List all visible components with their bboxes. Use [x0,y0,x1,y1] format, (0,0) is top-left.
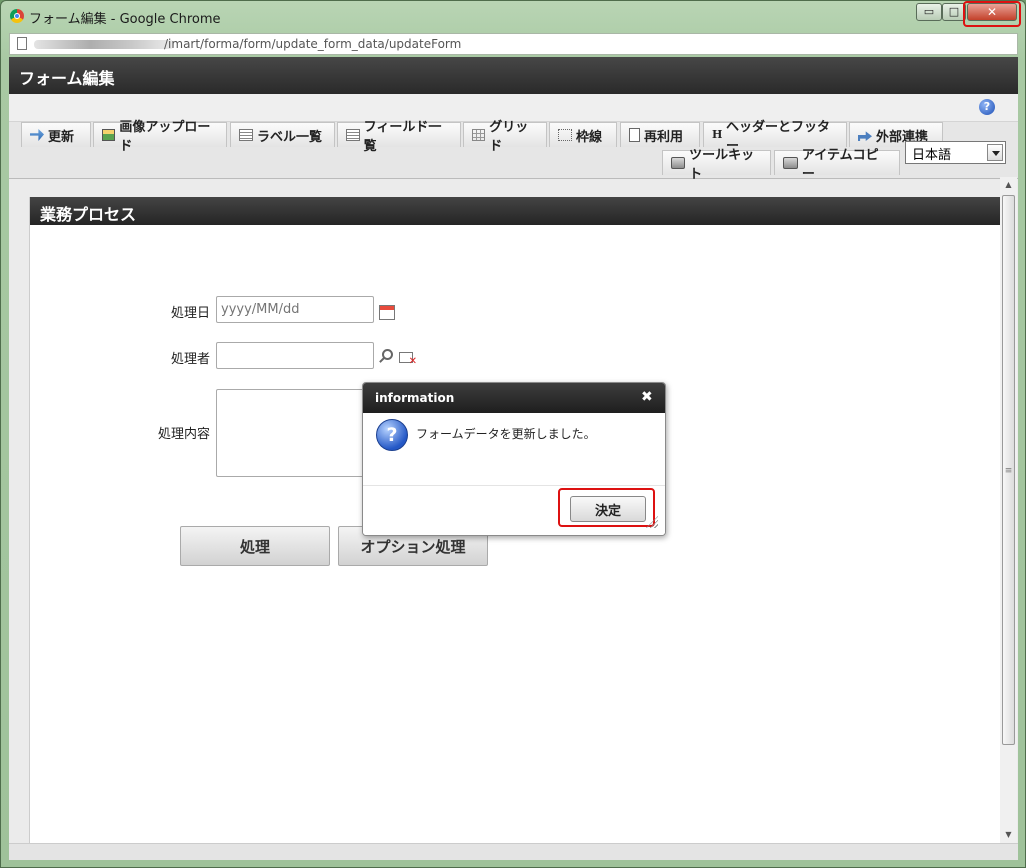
dialog-header[interactable]: information ✖ [363,383,665,413]
calendar-icon[interactable] [379,305,395,320]
tab-border[interactable]: 枠線 [549,122,617,147]
process-button[interactable]: 処理 [180,526,330,566]
toolbox-icon [783,157,798,169]
tab-reuse[interactable]: 再利用 [620,122,700,147]
tab-field-list[interactable]: フィールド一覧 [337,120,461,154]
browser-window: フォーム編集 - Google Chrome ▭ □ ✕ /imart/form… [0,0,1026,868]
list-icon [346,129,360,141]
tab-label: 再利用 [644,129,684,145]
dialog-title: information [375,391,455,405]
search-icon[interactable] [382,349,393,360]
window-titlebar[interactable]: フォーム編集 - Google Chrome ▭ □ ✕ [1,1,1025,31]
close-button-highlight [963,1,1021,27]
scroll-up-icon[interactable]: ▲ [1000,177,1017,193]
chrome-logo-icon [10,9,24,23]
scroll-thumb[interactable]: ≡ [1002,195,1015,745]
date-input[interactable] [216,296,374,323]
section-header: 業務プロセス [30,197,1000,225]
dialog-message: フォームデータを更新しました。 [416,427,596,441]
tab-label: 更新 [48,129,75,145]
tab-label: ラベル一覧 [257,129,323,145]
tab-label: ツールキット [689,148,755,182]
tab-grid[interactable]: グリッド [463,120,547,154]
chevron-down-icon[interactable] [987,144,1003,161]
dialog-close-icon[interactable]: ✖ [641,389,653,405]
vertical-scrollbar[interactable]: ▲ ≡ ▼ [1000,177,1017,843]
tab-label-list[interactable]: ラベル一覧 [230,122,335,147]
date-label: 処理日 [170,306,210,321]
user-label: 処理者 [170,352,210,367]
window-title: フォーム編集 - Google Chrome [29,12,221,27]
content-textarea[interactable] [216,389,374,477]
scroll-down-icon[interactable]: ▼ [1000,827,1017,843]
tab-label: 画像アップロード [119,120,211,154]
blurred-host [34,40,174,49]
url-text: /imart/forma/form/update_form_data/updat… [164,37,462,51]
page-icon [17,37,27,50]
header-icon: H [712,128,723,141]
image-upload-icon [102,129,116,141]
tab-toolkit[interactable]: ツールキット [662,148,771,182]
tab-refresh[interactable]: 更新 [21,122,91,147]
language-select[interactable]: 日本語 [905,141,1006,164]
section-title: 業務プロセス [40,205,137,224]
minimize-button[interactable]: ▭ [916,3,942,21]
toolbar: 更新 画像アップロード ラベル一覧 フィールド一覧 グリッド 枠線 再利用 H … [9,120,1018,182]
horizontal-scrollbar[interactable] [9,843,1018,860]
list-icon [239,129,253,141]
toolbox-icon [671,157,686,169]
content-label: 処理内容 [157,427,210,442]
share-icon [858,131,872,141]
tab-label: 枠線 [576,129,603,145]
app-header: フォーム編集 [9,57,1018,94]
address-bar[interactable]: /imart/forma/form/update_form_data/updat… [9,33,1018,55]
ok-button-highlight [558,488,655,527]
language-value: 日本語 [912,148,952,163]
refresh-arrow-icon [30,129,44,141]
question-icon: ? [376,419,408,451]
grid-icon [472,129,486,141]
tab-image-upload[interactable]: 画像アップロード [93,120,227,154]
tab-label: フィールド一覧 [363,120,442,154]
user-input[interactable] [216,342,374,369]
help-icon[interactable]: ? [979,99,995,115]
border-icon [558,129,572,141]
page-title: フォーム編集 [19,69,115,88]
tab-label: アイテムコピー [801,148,879,182]
tab-label: グリッド [489,120,529,154]
tab-item-copy[interactable]: アイテムコピー [774,148,900,182]
clear-icon[interactable] [399,352,417,367]
copy-icon [629,128,640,142]
